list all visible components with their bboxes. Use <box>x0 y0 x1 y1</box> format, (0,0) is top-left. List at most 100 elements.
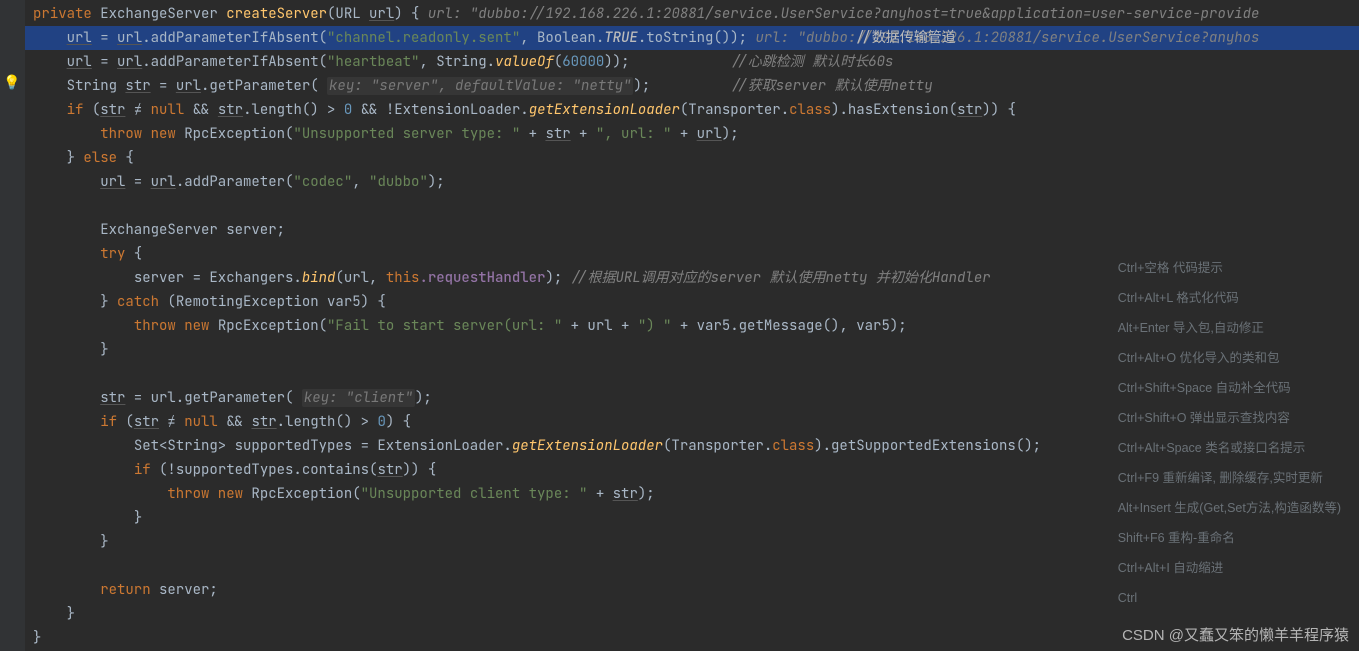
param: url <box>369 5 394 23</box>
code-line[interactable]: } else { <box>25 146 1359 170</box>
brace: } <box>100 533 108 551</box>
brace: { <box>117 149 134 167</box>
fn: getExtensionLoader <box>512 437 663 455</box>
kw: this <box>386 269 420 287</box>
fn: valueOf <box>495 53 554 71</box>
text: (Transporter. <box>680 101 789 119</box>
text: Set<String> supportedTypes = ExtensionLo… <box>134 437 512 455</box>
code-line[interactable]: url = url.addParameter("codec", "dubbo")… <box>25 170 1359 194</box>
string: "Unsupported server type: " <box>293 125 520 143</box>
code-line[interactable]: ExchangeServer server; <box>25 218 1359 242</box>
op: ≠ <box>125 101 150 119</box>
call: = url.getParameter( <box>125 389 301 407</box>
comma: , <box>352 173 369 191</box>
text: ExchangeServer <box>92 5 226 23</box>
gutter <box>0 0 25 651</box>
string: "Fail to start server(url: " <box>327 317 562 335</box>
kw: private <box>33 5 92 23</box>
text: (Transporter. <box>663 437 772 455</box>
var: url <box>67 29 92 47</box>
string: "heartbeat" <box>327 53 419 71</box>
kw: null <box>184 413 218 431</box>
text: , String. <box>419 53 495 71</box>
op: + url + <box>562 317 638 335</box>
brace: { <box>125 245 142 263</box>
paren: ( <box>83 101 100 119</box>
call: .getParameter( <box>201 77 327 95</box>
shortcut-item: Ctrl+Shift+O 弹出显示查找内容 <box>1118 403 1341 433</box>
shortcut-item: Ctrl+Alt+O 优化导入的类和包 <box>1118 343 1341 373</box>
op: = <box>92 29 117 47</box>
string: ") " <box>638 317 672 335</box>
op: + <box>671 125 696 143</box>
kw: throw new <box>134 317 210 335</box>
var: server; <box>151 581 218 599</box>
shortcut-item: Ctrl+Alt+Space 类名或接口名提示 <box>1118 433 1341 463</box>
var: url <box>117 53 142 71</box>
comment: //根据URL调用对应的server 默认使用netty 并初始化Handler <box>571 269 991 287</box>
text: ) { <box>394 5 428 23</box>
code-line[interactable]: throw new RpcException("Unsupported serv… <box>25 122 1359 146</box>
paren: ); <box>415 389 432 407</box>
kw: return <box>100 581 150 599</box>
paren: ); <box>638 485 655 503</box>
brace: } <box>33 629 41 647</box>
shortcut-item: Shift+F6 重构-重命名 <box>1118 523 1341 553</box>
comment: //数据传输管道 <box>855 26 956 50</box>
const: TRUE <box>604 29 638 47</box>
kw: throw new <box>100 125 176 143</box>
kw: class <box>772 437 814 455</box>
brace: } <box>100 293 117 311</box>
code-line[interactable]: url = url.addParameterIfAbsent("heartbea… <box>25 50 1359 74</box>
kw: class <box>789 101 831 119</box>
brace: } <box>100 341 108 359</box>
decl: ExchangeServer server; <box>100 221 285 239</box>
var: str <box>100 101 125 119</box>
paren: )); <box>604 53 629 71</box>
paren: ); <box>428 173 445 191</box>
type: String <box>67 77 126 95</box>
paren: ( <box>117 413 134 431</box>
shortcut-item: Ctrl+Alt+L 格式化代码 <box>1118 283 1341 313</box>
text: .toString()); <box>638 29 756 47</box>
var: url <box>100 173 125 191</box>
code-line-empty[interactable] <box>25 194 1359 218</box>
field: .requestHandler <box>419 269 545 287</box>
watermark: CSDN @又蠢又笨的懒羊羊程序猿 <box>1122 624 1349 645</box>
brace: } <box>67 149 84 167</box>
call: .addParameter( <box>176 173 294 191</box>
var: str <box>125 77 150 95</box>
op: + <box>571 125 596 143</box>
fn: createServer <box>226 5 327 23</box>
bulb-icon[interactable]: 💡 <box>3 74 20 92</box>
param-hint: key: "client" <box>302 389 415 407</box>
kw: else <box>83 149 117 167</box>
text: ).getSupportedExtensions(); <box>814 437 1041 455</box>
brace: } <box>67 605 75 623</box>
code-line-highlight[interactable]: url = url.addParameterIfAbsent("channel.… <box>25 26 1359 50</box>
var: str <box>251 413 276 431</box>
var: url <box>151 173 176 191</box>
param-hint: key: "server", defaultValue: "netty" <box>327 77 633 95</box>
kw: if <box>67 101 84 119</box>
code-line[interactable]: String str = url.getParameter( key: "ser… <box>25 74 1359 98</box>
string: ", url: " <box>596 125 672 143</box>
code-line[interactable]: private ExchangeServer createServer(URL … <box>25 2 1359 26</box>
var: str <box>957 101 982 119</box>
comment: //心跳检测 默认时长60s <box>731 50 893 74</box>
shortcut-item: Ctrl <box>1118 583 1341 613</box>
shortcut-item: Ctrl+空格 代码提示 <box>1118 253 1341 283</box>
var: url <box>176 77 201 95</box>
text: , Boolean. <box>520 29 604 47</box>
exc: RpcException( <box>176 125 294 143</box>
brace: } <box>134 509 142 527</box>
inlay-hint: url: "dubbo://192.168.226.1:20881/servic… <box>755 29 1259 47</box>
text: + var5.getMessage(), var5); <box>671 317 906 335</box>
shortcut-item: Ctrl+F9 重新编译, 删除缓存,实时更新 <box>1118 463 1341 493</box>
paren: ); <box>545 269 570 287</box>
code-line[interactable]: if (str ≠ null && str.length() > 0 && !E… <box>25 98 1359 122</box>
shortcuts-panel: Ctrl+空格 代码提示 Ctrl+Alt+L 格式化代码 Alt+Enter … <box>1118 253 1341 613</box>
paren: ); <box>633 77 650 95</box>
exc: RpcException( <box>243 485 361 503</box>
op: ≠ <box>159 413 184 431</box>
